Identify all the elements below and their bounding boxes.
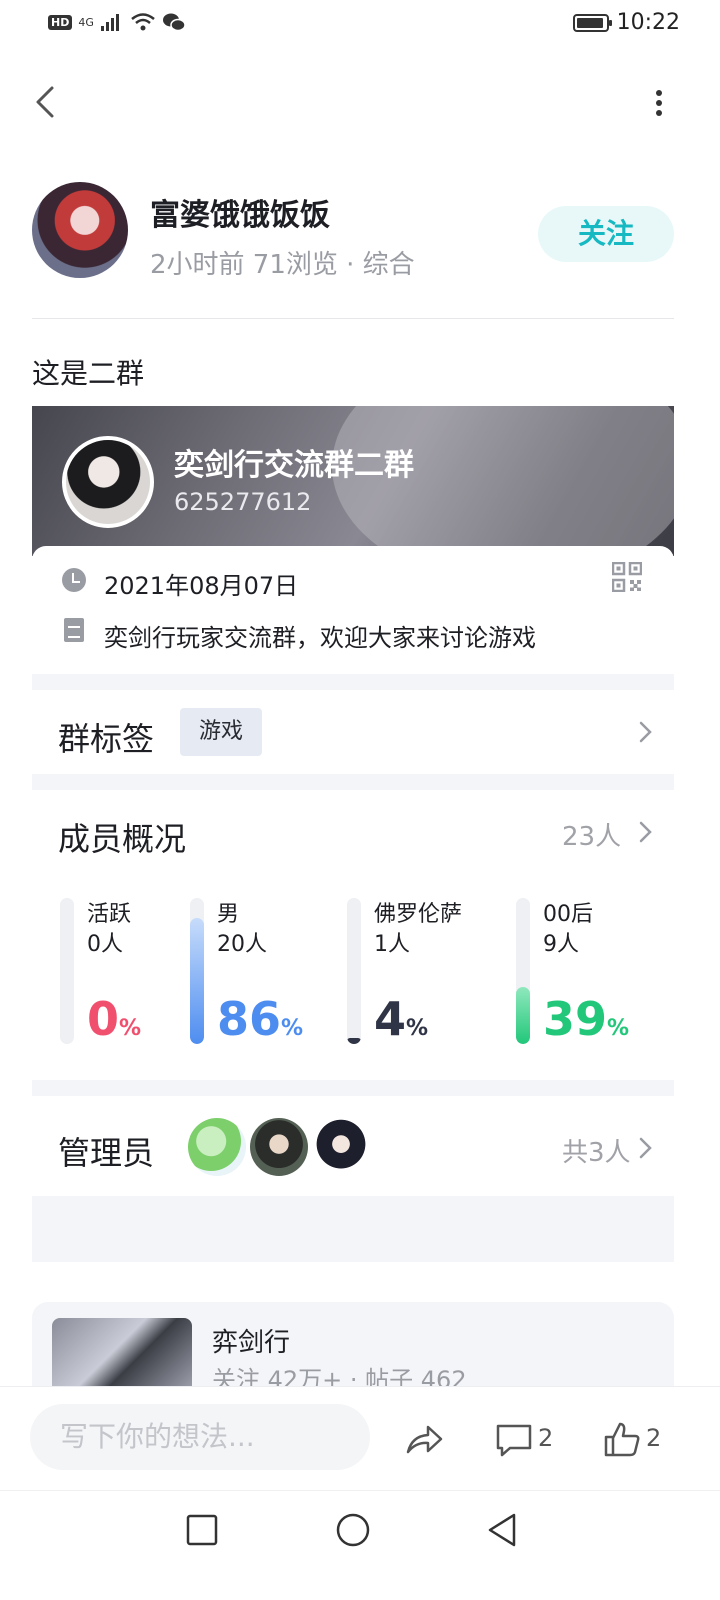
stat-bar-location — [347, 898, 361, 1044]
stat-bar-age — [516, 898, 530, 1044]
system-back-icon[interactable] — [482, 1510, 522, 1550]
stat-label: 男 — [217, 902, 240, 927]
status-icons-left: HD 4G — [48, 12, 186, 32]
stat-percent: 86% — [217, 992, 304, 1046]
admins-label: 管理员 — [58, 1134, 155, 1172]
group-id: 625277612 — [174, 488, 312, 516]
stat-percent: 4% — [374, 992, 429, 1046]
source-name: 弈剑行 — [212, 1328, 291, 1358]
section-gap — [32, 674, 674, 690]
clock-icon — [62, 568, 86, 592]
author-avatar[interactable] — [32, 182, 128, 278]
divider — [32, 318, 674, 319]
status-bar: HD 4G 10:22 — [0, 0, 720, 50]
stat-count: 1人 — [374, 932, 410, 957]
network-type: 4G — [78, 15, 94, 29]
group-name: 奕剑行交流群二群 — [174, 448, 414, 483]
author-name[interactable]: 富婆饿饿饭饭 — [150, 190, 330, 234]
more-options-icon[interactable] — [654, 88, 664, 118]
section-gap — [32, 774, 674, 790]
admin-avatar[interactable] — [312, 1118, 370, 1176]
stat-count: 9人 — [543, 932, 579, 957]
like-count: 2 — [646, 1424, 662, 1452]
stat-bar-fill — [516, 987, 530, 1044]
post-meta: 2小时前 71浏览 · 综合 — [150, 250, 415, 280]
clock-time: 10:22 — [616, 10, 680, 35]
stat-percent: 39% — [543, 992, 630, 1046]
source-thumbnail — [52, 1318, 192, 1388]
stat-label: 活跃 — [87, 902, 132, 927]
group-avatar[interactable] — [62, 436, 154, 528]
stat-percent: 0% — [87, 992, 142, 1046]
stat-bar-active — [60, 898, 74, 1044]
members-label: 成员概况 — [58, 820, 187, 858]
stat-bar-fill — [347, 1038, 361, 1044]
back-arrow-icon[interactable] — [30, 82, 60, 122]
members-count: 23人 — [562, 822, 622, 852]
like-icon[interactable] — [602, 1420, 642, 1460]
stat-label: 00后 — [543, 902, 593, 927]
admin-avatar[interactable] — [188, 1118, 246, 1176]
group-tags-label: 群标签 — [58, 720, 155, 758]
qr-code-icon[interactable] — [612, 562, 642, 592]
comment-input[interactable]: 写下你的想法... — [30, 1404, 370, 1470]
battery-icon — [572, 13, 612, 32]
stat-bar-male — [190, 898, 204, 1044]
group-created-date: 2021年08月07日 — [104, 572, 299, 600]
admins-count: 共3人 — [562, 1138, 631, 1168]
home-icon[interactable] — [333, 1510, 373, 1550]
stat-count: 20人 — [217, 932, 267, 957]
comment-icon[interactable] — [494, 1420, 534, 1460]
follow-button[interactable]: 关注 — [538, 206, 674, 262]
chevron-right-icon[interactable] — [638, 1136, 654, 1160]
section-gap — [32, 1080, 674, 1096]
stat-bar-fill — [190, 918, 204, 1044]
share-icon[interactable] — [404, 1420, 444, 1460]
wechat-icon — [162, 13, 186, 32]
group-description: 奕剑行玩家交流群，欢迎大家来讨论游戏 — [104, 624, 536, 652]
section-gap — [32, 1196, 674, 1262]
tag-chip: 游戏 — [180, 708, 262, 756]
chevron-right-icon[interactable] — [638, 820, 654, 844]
stat-label: 佛罗伦萨 — [374, 902, 463, 927]
stat-count: 0人 — [87, 932, 123, 957]
chevron-right-icon[interactable] — [638, 720, 654, 744]
hd-badge: HD — [48, 14, 73, 30]
status-icons-right: 10:22 — [572, 10, 680, 35]
recent-apps-icon[interactable] — [182, 1510, 222, 1550]
admin-avatar[interactable] — [250, 1118, 308, 1176]
signal-icon — [100, 14, 119, 31]
source-meta: 关注 42万+ · 帖子 462 — [212, 1366, 467, 1386]
document-icon — [64, 618, 84, 642]
comment-count: 2 — [538, 1424, 554, 1452]
wifi-icon — [131, 13, 155, 31]
post-text: 这是二群 — [32, 357, 145, 390]
